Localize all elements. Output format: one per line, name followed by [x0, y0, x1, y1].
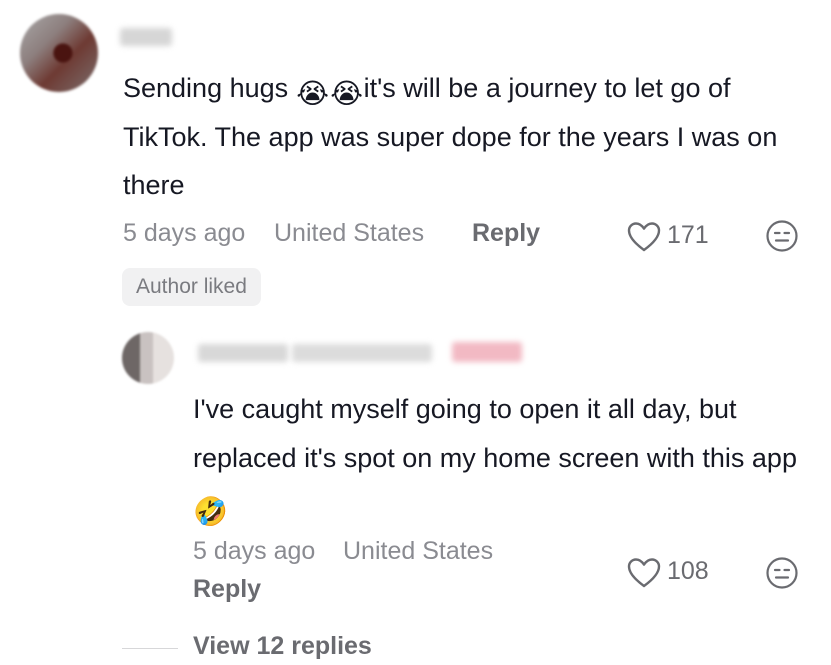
comment-text: Sending hugs 😭😭it's will be a journey to…: [123, 64, 813, 210]
reply-text-body: I've caught myself going to open it all …: [193, 394, 797, 473]
crying-emoji: 😭: [330, 78, 363, 109]
reply-text: I've caught myself going to open it all …: [193, 385, 803, 531]
reply-reply-button[interactable]: Reply: [193, 575, 261, 604]
neutral-face-icon[interactable]: [765, 556, 799, 590]
rofl-emoji: 🤣: [193, 496, 228, 527]
reply-location: United States: [343, 537, 494, 565]
view-replies-button[interactable]: View 12 replies: [193, 632, 372, 661]
reply-like-count: 108: [667, 557, 709, 585]
commenter-avatar[interactable]: [20, 14, 98, 92]
heart-outline-icon[interactable]: [627, 221, 661, 253]
comment-location: United States: [274, 219, 425, 247]
neutral-face-icon[interactable]: [765, 219, 799, 253]
replier-badge-redacted: [452, 342, 522, 362]
comment-reply-button[interactable]: Reply: [472, 219, 540, 248]
view-replies-divider: [122, 648, 178, 649]
reply-timestamp: 5 days ago: [193, 537, 316, 565]
crying-emoji: 😭: [296, 78, 329, 109]
comment-text-start: Sending hugs: [123, 73, 296, 103]
replier-username-redacted[interactable]: [292, 344, 432, 362]
heart-outline-icon[interactable]: [627, 557, 661, 589]
author-liked-badge: Author liked: [122, 268, 261, 306]
commenter-username-redacted[interactable]: [120, 28, 172, 46]
replier-username-redacted[interactable]: [198, 344, 288, 362]
comment-timestamp: 5 days ago: [123, 219, 246, 247]
comment-like-count: 171: [667, 221, 709, 249]
replier-avatar[interactable]: [122, 332, 174, 384]
